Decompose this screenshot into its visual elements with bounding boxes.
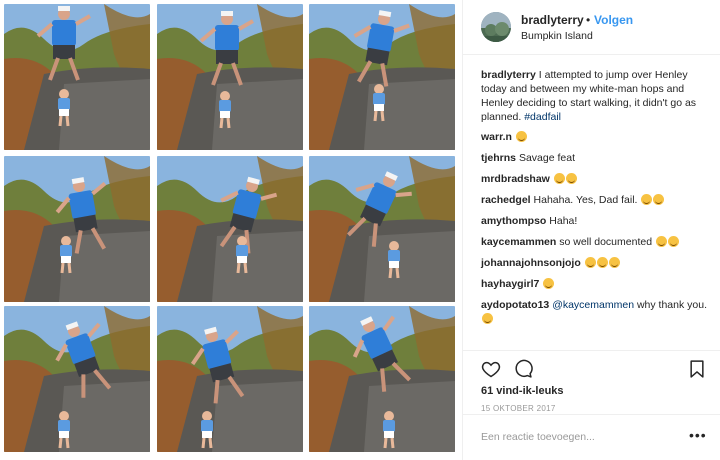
photo-frame xyxy=(309,4,455,150)
comment-row: tjehrns Savage feat xyxy=(481,151,713,172)
caption-hashtag[interactable]: #dadfail xyxy=(524,111,561,123)
comment-author[interactable]: rachedgel xyxy=(481,194,531,206)
laughing-emoji-icon xyxy=(515,131,527,142)
location-link[interactable]: Bumpkin Island xyxy=(521,30,593,42)
comment-author[interactable]: mrdbradshaw xyxy=(481,173,550,185)
comment-author[interactable]: kaycemammen xyxy=(481,236,556,248)
laughing-emoji-icon xyxy=(667,236,679,247)
photo-frame xyxy=(309,156,455,302)
post-sidebar: bradlyterry • Volgen Bumpkin Island brad… xyxy=(462,0,720,460)
photo-frame xyxy=(309,306,455,452)
comment-author[interactable]: amythompso xyxy=(481,215,546,227)
laughing-emoji-icon xyxy=(655,236,667,247)
comment-text: why thank you. xyxy=(634,299,708,311)
caption: bradlyterry I attempted to jump over Hen… xyxy=(481,68,713,124)
more-options-icon[interactable]: ••• xyxy=(689,427,707,443)
comment-rows: warr.n tjehrns Savage feat mrdbradshaw r… xyxy=(481,130,713,298)
laughing-emoji-icon xyxy=(596,257,608,268)
laughing-emoji-icon xyxy=(608,257,620,268)
comment-icon[interactable] xyxy=(513,359,533,379)
instagram-post: bradlyterry • Volgen Bumpkin Island brad… xyxy=(0,0,720,460)
laughing-emoji-icon xyxy=(565,173,577,184)
add-comment-bar: Een reactie toevoegen... ••• xyxy=(463,414,720,460)
likes-count[interactable]: 61 vind-ik-leuks xyxy=(481,385,564,397)
caption-author[interactable]: bradlyterry xyxy=(481,69,536,81)
avatar[interactable] xyxy=(481,12,511,42)
laughing-emoji-icon xyxy=(553,173,565,184)
comment-row: amythompso Haha! xyxy=(481,214,713,235)
comments-list: bradlyterry I attempted to jump over Hen… xyxy=(481,68,713,326)
comment-row: mrdbradshaw xyxy=(481,172,713,193)
comment-text: so well documented xyxy=(559,236,653,248)
post-header: bradlyterry • Volgen Bumpkin Island xyxy=(463,0,720,55)
comment-row: kaycemammen so well documented xyxy=(481,235,713,256)
comment-mention[interactable]: @kaycemammen xyxy=(552,299,634,311)
follow-button[interactable]: Volgen xyxy=(594,13,633,27)
username-link[interactable]: bradlyterry xyxy=(521,13,584,27)
comment-row: rachedgel Hahaha. Yes, Dad fail. xyxy=(481,193,713,214)
comment-text: Savage feat xyxy=(518,152,575,164)
photo-collage[interactable] xyxy=(0,0,462,460)
post-date: 15 OKTOBER 2017 xyxy=(481,404,556,413)
photo-frame xyxy=(157,4,303,150)
photo-frame xyxy=(157,306,303,452)
laughing-emoji-icon xyxy=(543,278,555,289)
comment-row: warr.n xyxy=(481,130,713,151)
comment-row: aydopotato13 @kaycemammen why thank you. xyxy=(481,298,713,326)
photo-frame xyxy=(4,4,150,150)
separator-dot: • xyxy=(586,13,591,27)
comment-author[interactable]: warr.n xyxy=(481,131,512,143)
comment-author[interactable]: hayhaygirl7 xyxy=(481,278,539,290)
bookmark-icon[interactable] xyxy=(687,359,707,379)
photo-frame xyxy=(4,306,150,452)
comment-text: Haha! xyxy=(549,215,578,227)
photo-frame xyxy=(4,156,150,302)
comment-author[interactable]: aydopotato13 xyxy=(481,299,549,311)
comment-author[interactable]: tjehrns xyxy=(481,152,516,164)
laughing-emoji-icon xyxy=(653,194,665,205)
add-comment-input[interactable]: Een reactie toevoegen... xyxy=(481,431,595,443)
photo-frame xyxy=(157,156,303,302)
comment-row: johannajohnsonjojo xyxy=(481,256,713,277)
laughing-emoji-icon xyxy=(641,194,653,205)
heart-icon[interactable] xyxy=(481,359,501,379)
comment-row: hayhaygirl7 xyxy=(481,277,713,298)
laughing-emoji-icon xyxy=(584,257,596,268)
comment-text: Hahaha. Yes, Dad fail. xyxy=(533,194,638,206)
comment-author[interactable]: johannajohnsonjojo xyxy=(481,257,581,269)
smile-emoji-icon xyxy=(482,313,493,324)
